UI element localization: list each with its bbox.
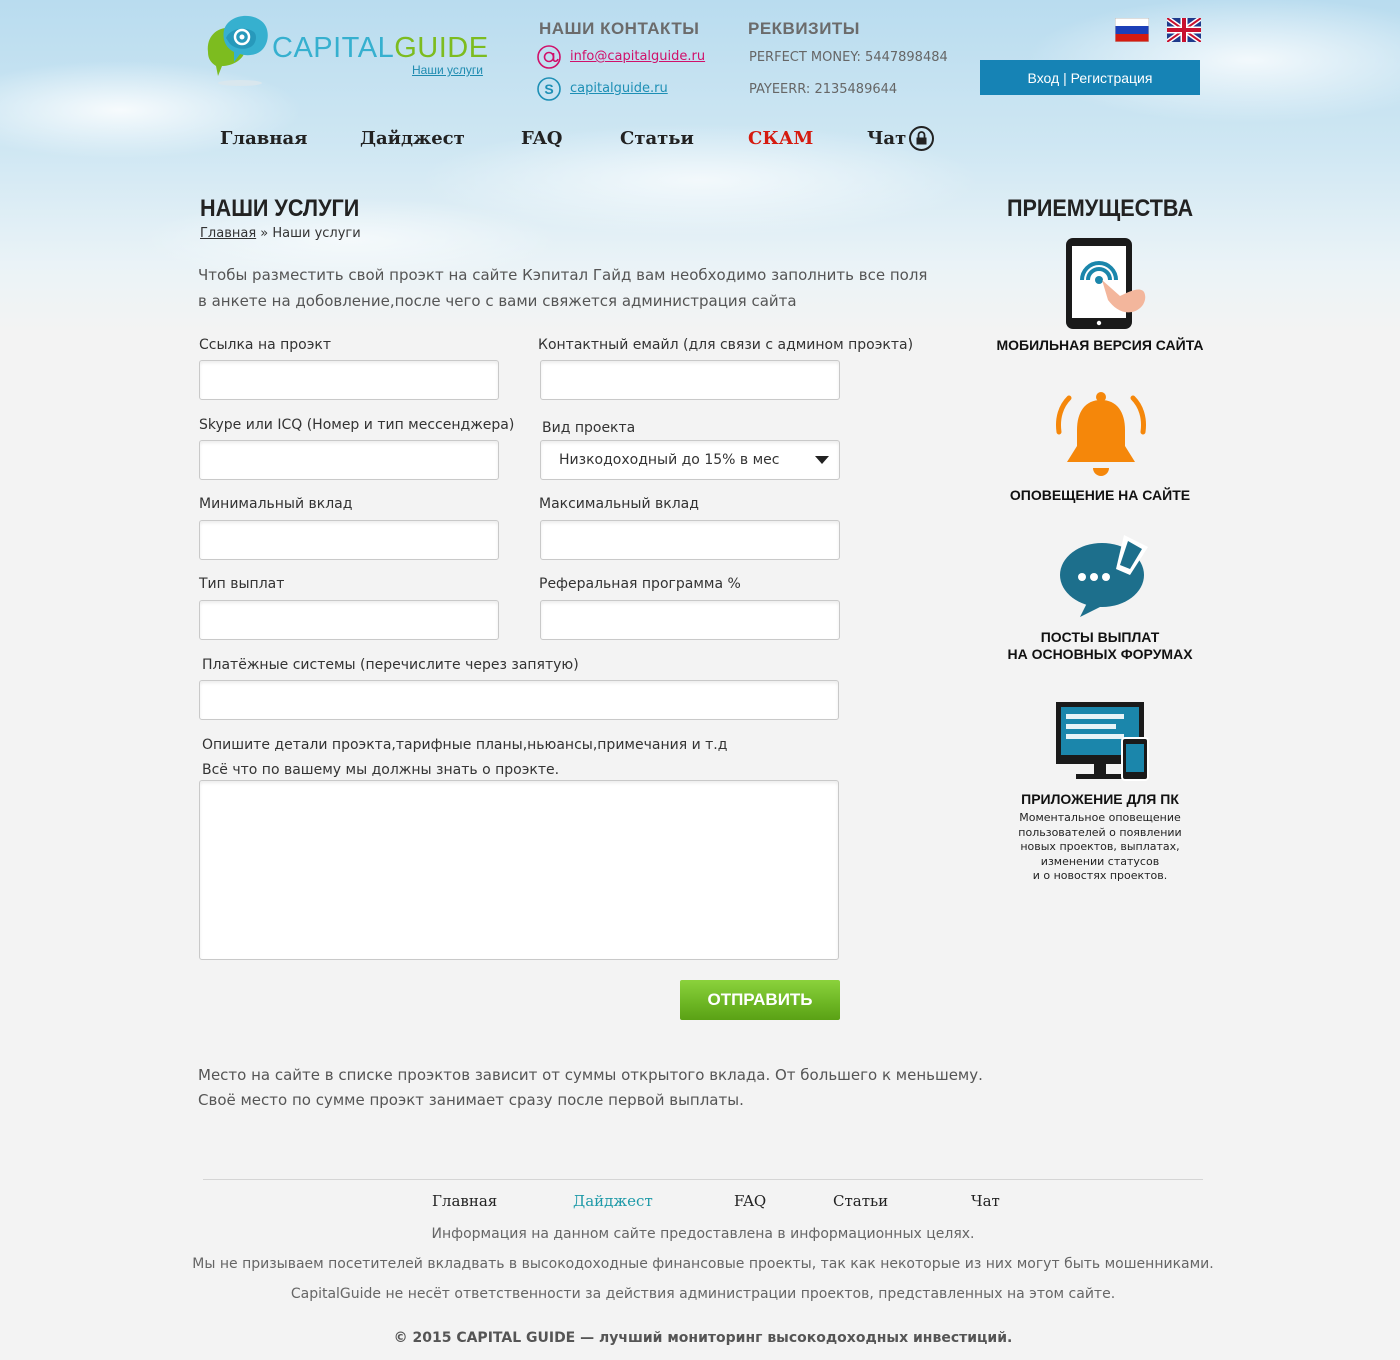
nav-articles[interactable]: Статьи [620, 128, 694, 149]
svg-text:S: S [544, 81, 553, 97]
nav-chat[interactable]: Чат [867, 128, 906, 149]
max-deposit-input[interactable] [540, 520, 840, 560]
footer-nav-faq[interactable]: FAQ [734, 1192, 766, 1210]
flag-ru-icon[interactable] [1114, 17, 1150, 43]
contact-email-link[interactable]: info@capitalguide.ru [570, 49, 705, 64]
nav-scam[interactable]: СКАМ [748, 128, 813, 149]
advantage-pc-app: ПРИЛОЖЕНИЕ ДЛЯ ПК [1021, 791, 1179, 807]
payout-type-input[interactable] [199, 600, 499, 640]
logo-mark-icon [207, 15, 268, 86]
project-link-input[interactable] [199, 360, 499, 400]
nav-faq[interactable]: FAQ [521, 128, 562, 149]
max-deposit-label: Максимальный вклад [539, 496, 699, 512]
project-type-select[interactable]: Низкодоходный до 15% в мес [540, 440, 840, 480]
breadcrumb-separator: » [256, 226, 273, 241]
footer-info-1: Информация на данном сайте предоставлена… [431, 1226, 975, 1242]
payment-systems-label: Платёжные системы (перечислите через зап… [202, 657, 579, 673]
bell-icon [1055, 388, 1147, 484]
footer-info-3: CapitalGuide не несёт ответственности за… [290, 1286, 1116, 1302]
nav-home[interactable]: Главная [220, 128, 307, 149]
advantage-posts-line: НА ОСНОВНЫХ ФОРУМАХ [1007, 646, 1193, 662]
note-line: Место на сайте в списке проэктов зависит… [198, 1066, 983, 1084]
payment-systems-input[interactable] [199, 680, 839, 720]
project-link-label: Ссылка на проэкт [199, 337, 332, 353]
lock-icon [908, 125, 935, 156]
chat-bubble-icon [1058, 533, 1154, 623]
chevron-down-icon [815, 456, 829, 464]
contact-email-input[interactable] [540, 360, 840, 400]
pc-desc-line: пользователей о появлении [1018, 825, 1182, 839]
advantages-title: ПРИЕМУЩЕСТВА [1006, 195, 1194, 222]
perfect-money-requisite: PERFECT MONEY: 5447898484 [749, 50, 948, 65]
skype-icon: S [536, 76, 562, 106]
footer-nav-home[interactable]: Главная [432, 1192, 497, 1210]
advantage-notify: ОПОВЕЩЕНИЕ НА САЙТЕ [1009, 487, 1191, 503]
services-link[interactable]: Наши услуги [412, 63, 483, 77]
messenger-input[interactable] [199, 440, 499, 480]
min-deposit-label: Минимальный вклад [199, 496, 353, 512]
messenger-label: Skype или ICQ (Номер и тип мессенджера) [199, 417, 515, 433]
advantage-pc-desc: Моментальное оповещение пользователей о … [985, 811, 1215, 884]
footer-nav-articles[interactable]: Статьи [833, 1192, 888, 1210]
breadcrumb-home-link[interactable]: Главная [200, 226, 256, 241]
footer-divider [203, 1179, 1203, 1180]
intro-text: Чтобы разместить свой проэкт на сайте Кэ… [198, 262, 928, 314]
pc-desc-line: и о новостях проектов. [1032, 869, 1168, 882]
breadcrumb: Главная » Наши услуги [200, 226, 361, 241]
placement-note: Место на сайте в списке проэктов зависит… [198, 1063, 998, 1113]
intro-line: Чтобы разместить свой проэкт на сайте Кэ… [198, 266, 928, 284]
requisites-title: РЕКВИЗИТЫ [748, 19, 860, 38]
pc-desc-line: новых проектов, выплатах, [1020, 840, 1180, 853]
project-type-selected: Низкодоходный до 15% в мес [559, 452, 780, 468]
contact-skype-link[interactable]: capitalguide.ru [570, 81, 668, 96]
payout-type-label: Тип выплат [199, 576, 285, 592]
referral-input[interactable] [540, 600, 840, 640]
note-line: Своё место по сумме проэкт занимает сраз… [198, 1091, 744, 1109]
payeer-requisite: PAYEERR: 2135489644 [749, 82, 898, 97]
logo-text: CAPITALGUIDE [272, 32, 489, 64]
advantage-mobile: МОБИЛЬНАЯ ВЕРСИЯ САЙТА [996, 337, 1204, 353]
intro-line: в анкете на добовление,после чего с вами… [198, 292, 797, 310]
contact-email-label: Контактный емайл (для связи с админом пр… [538, 337, 914, 353]
footer-nav-chat[interactable]: Чат [971, 1192, 1000, 1210]
monitor-phone-icon [1056, 702, 1150, 786]
referral-label: Реферальная программа % [539, 576, 741, 592]
at-sign-icon [536, 44, 562, 74]
pc-desc-line: Моментальное оповещение [1019, 811, 1181, 824]
copyright: © 2015 CAPITAL GUIDE — лучший мониторинг… [393, 1330, 1013, 1346]
details-label: Опишите детали проэкта,тарифные планы,нь… [202, 737, 728, 753]
page-title: НАШИ УСЛУГИ [200, 195, 360, 222]
project-type-label: Вид проекта [542, 420, 636, 436]
details-sublabel: Всё что по вашему мы должны знать о проэ… [202, 762, 560, 778]
submit-button[interactable]: ОТПРАВИТЬ [680, 980, 840, 1020]
advantage-posts-line: ПОСТЫ ВЫПЛАТ [1040, 629, 1160, 645]
advantage-posts: ПОСТЫ ВЫПЛАТ НА ОСНОВНЫХ ФОРУМАХ [985, 629, 1215, 663]
footer-info-2: Мы не призываем посетителей вкладвать в … [192, 1256, 1214, 1272]
contacts-title: НАШИ КОНТАКТЫ [539, 19, 700, 38]
min-deposit-input[interactable] [199, 520, 499, 560]
tablet-touch-icon [1062, 236, 1152, 336]
details-textarea[interactable] [199, 780, 839, 960]
breadcrumb-current: Наши услуги [272, 226, 361, 241]
flag-uk-icon[interactable] [1165, 15, 1203, 45]
pc-desc-line: изменении статусов [1040, 854, 1160, 868]
login-register-button[interactable]: Вход | Регистрация [980, 60, 1200, 95]
nav-digest[interactable]: Дайджест [360, 128, 465, 149]
footer-nav-digest[interactable]: Дайджест [573, 1192, 653, 1210]
